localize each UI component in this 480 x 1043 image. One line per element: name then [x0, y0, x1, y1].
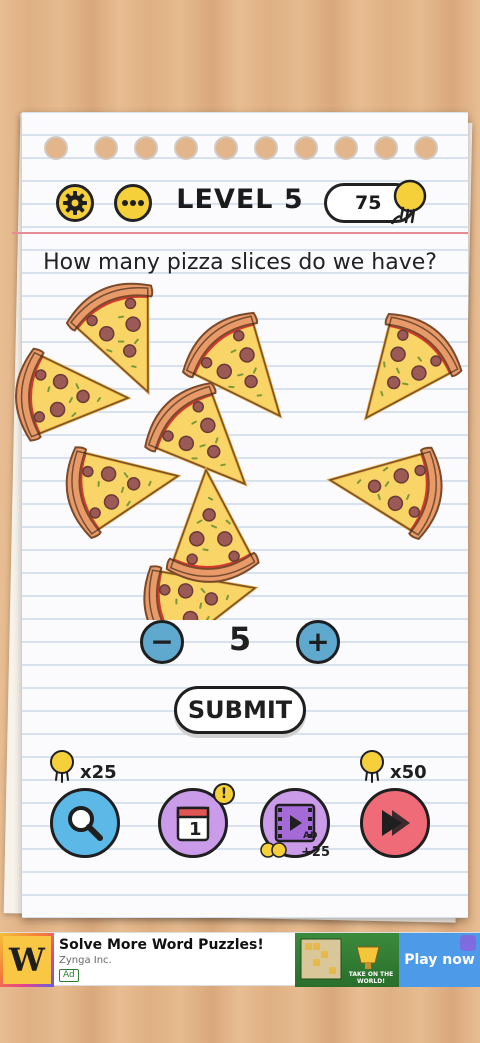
lightbulb-icon — [260, 842, 287, 858]
binder-hole — [134, 136, 158, 160]
pizza-slice[interactable] — [322, 432, 449, 543]
question-text: How many pizza slices do we have? — [43, 250, 437, 275]
lightbulb-icon — [50, 750, 74, 783]
lightbulb-icon — [360, 750, 384, 783]
hint-count: 75 — [355, 192, 382, 214]
search-hint-button[interactable] — [50, 788, 120, 858]
ad-banner[interactable]: W Solve More Word Puzzles! Zynga Inc. Ad… — [0, 932, 480, 987]
binder-hole — [174, 136, 198, 160]
magnifier-icon — [68, 806, 103, 841]
answer-count: 5 — [228, 620, 252, 658]
settings-button[interactable] — [56, 184, 94, 222]
binder-hole — [334, 136, 358, 160]
binder-hole — [374, 136, 398, 160]
ad-title: Solve More Word Puzzles! — [59, 937, 264, 953]
submit-button[interactable]: SUBMIT — [174, 686, 306, 734]
ad-label: AD — [303, 831, 318, 841]
ad-app-logo: W — [0, 933, 54, 987]
calendar-day: 1 — [189, 819, 202, 840]
binder-hole — [44, 136, 68, 160]
level-title: LEVEL 5 — [176, 184, 304, 215]
pizza-slices-area[interactable] — [0, 280, 480, 620]
watch-ad-button[interactable]: AD +25 — [260, 788, 330, 860]
lightbulb-icon — [390, 179, 427, 225]
more-options-button[interactable] — [114, 184, 152, 222]
ellipsis-icon — [122, 200, 144, 206]
skip-cost: x50 — [390, 762, 427, 783]
ad-tag: Ad — [59, 969, 79, 982]
gear-icon — [63, 191, 87, 215]
increase-button[interactable]: + — [296, 620, 340, 664]
search-cost: x25 — [80, 762, 117, 783]
wood-background-strip — [0, 986, 480, 1043]
skip-level-button[interactable] — [360, 788, 430, 858]
binder-hole — [294, 136, 318, 160]
notebook-holes — [22, 118, 468, 178]
ad-publisher: Zynga Inc. — [59, 955, 112, 966]
ad-choices-icon[interactable] — [460, 935, 476, 951]
binder-hole — [214, 136, 238, 160]
ad-reward: +25 — [301, 845, 330, 860]
fast-forward-icon — [382, 810, 410, 836]
binder-hole — [254, 136, 278, 160]
margin-line — [12, 232, 468, 234]
ad-game-image: TAKE ON THE WORLD! — [295, 933, 399, 987]
binder-hole — [94, 136, 118, 160]
pizza-slice[interactable] — [328, 299, 473, 448]
decrease-button[interactable]: − — [140, 620, 184, 664]
binder-hole — [414, 136, 438, 160]
pizza-slice[interactable] — [12, 346, 132, 446]
notification-badge: ! — [213, 783, 235, 805]
daily-calendar-button[interactable]: 1 ! — [158, 783, 235, 858]
ad-image-caption: TAKE ON THE WORLD! — [348, 971, 394, 985]
